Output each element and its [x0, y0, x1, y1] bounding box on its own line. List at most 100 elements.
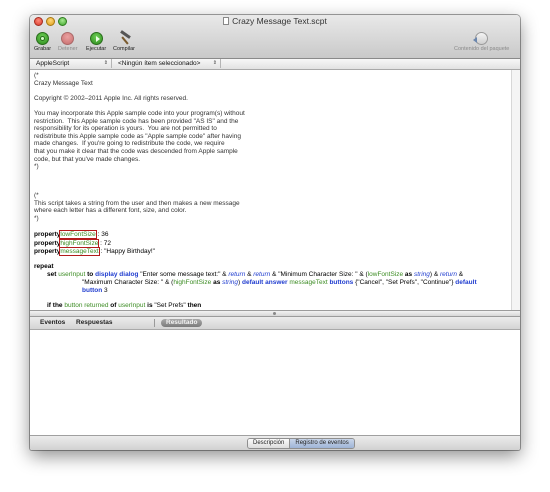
editor-scrollbar[interactable]	[511, 70, 520, 310]
literal: "Maximum Character Size: " & (	[82, 279, 174, 286]
variable: messageText	[289, 279, 328, 286]
property-name: highFontSize	[59, 238, 100, 248]
keyword: if	[47, 302, 51, 309]
compile-button[interactable]: Compilar	[113, 32, 135, 52]
literal: "Set Prefs"	[154, 302, 186, 309]
title-bar: Crazy Message Text.scpt	[30, 15, 520, 29]
keyword: set	[47, 271, 57, 278]
command: buttons	[329, 279, 354, 286]
compile-label: Compilar	[113, 46, 136, 52]
keyword: of	[110, 302, 117, 309]
divider-handle-icon	[273, 312, 276, 315]
constant: return	[440, 271, 457, 278]
literal: "Enter some message text:" &	[140, 271, 229, 278]
result-panel-tabs: Eventos Respuestas Resultado	[30, 317, 520, 330]
variable: lowFontSize	[367, 271, 404, 278]
repeat-line: repeat	[34, 263, 54, 271]
language-popup-label: AppleScript	[36, 60, 70, 67]
window-title: Crazy Message Text.scpt	[30, 16, 520, 26]
property-line: propertyhighFontSize : 72	[34, 238, 111, 248]
code-line: button 3	[82, 287, 108, 295]
literal: 3	[104, 287, 108, 294]
script-editor-window: Crazy Message Text.scpt Grabar Detener E…	[30, 15, 520, 450]
language-popup[interactable]: AppleScript ⇕	[30, 59, 112, 68]
tab-events[interactable]: Eventos	[40, 319, 65, 326]
comment-line: that you make it clear that the code was…	[34, 148, 238, 155]
bundle-icon	[473, 32, 489, 45]
navigation-bar: AppleScript ⇕ <Ningún ítem seleccionado>…	[30, 59, 520, 70]
hammer-icon	[118, 32, 131, 45]
code-line: "Maximum Character Size: " & (highFontSi…	[82, 279, 477, 287]
run-button[interactable]: Ejecutar	[86, 32, 106, 52]
constant: return	[228, 271, 246, 278]
literal: {"Cancel", "Set Prefs", "Continue"}	[353, 279, 456, 286]
property-name: lowFontSize	[59, 230, 97, 239]
comment-line: Crazy Message Text	[34, 79, 93, 87]
property-line: propertymessageText : "Happy Birthday!"	[34, 247, 155, 256]
stop-icon	[61, 32, 75, 45]
class-name: string	[222, 279, 239, 286]
variable: highFontSize	[173, 279, 212, 286]
comment-line: redistribute this Apple sample code as "…	[34, 132, 241, 140]
keyword: the	[52, 302, 63, 309]
stop-button[interactable]: Detener	[58, 32, 78, 52]
popup-arrows-icon: ⇕	[212, 60, 217, 66]
command: display dialog	[95, 271, 139, 278]
comment-line: You may incorporate this Apple sample co…	[34, 110, 245, 117]
keyword: as	[404, 271, 413, 278]
literal: &	[456, 271, 464, 278]
script-editor-text[interactable]: (* Crazy Message Text Copyright © 2002–201…	[30, 70, 511, 310]
comment-line: where each letter has a different font, …	[34, 207, 187, 215]
property-line: propertylowFontSize : 36	[34, 230, 109, 239]
comment-line: code, but that you've made changes.	[34, 155, 141, 163]
split-view-divider[interactable]	[30, 310, 520, 317]
command: default	[455, 279, 477, 286]
constant: return	[253, 271, 271, 278]
comment-line: (*	[34, 72, 39, 79]
element-popup-label: <Ningún ítem seleccionado>	[118, 60, 201, 67]
tab-result[interactable]: Resultado	[161, 319, 203, 327]
comment-line: *)	[34, 214, 39, 222]
class-name: string	[413, 271, 430, 278]
code-line: if the button returned of userInput is "…	[47, 302, 201, 310]
comment-line: This script takes a string from the user…	[34, 199, 240, 207]
stop-label: Detener	[58, 46, 78, 52]
keyword: then	[187, 302, 202, 309]
keyword: to	[87, 271, 94, 278]
record-label: Grabar	[34, 46, 52, 52]
property-value: 36	[101, 231, 109, 238]
comment-line: restriction. This Apple sample code has …	[34, 117, 239, 125]
run-label: Ejecutar	[86, 46, 107, 52]
keyword: property	[34, 239, 61, 247]
tab-separator	[154, 319, 155, 327]
comment-line: *)	[34, 163, 39, 171]
keyword: property	[34, 248, 61, 255]
code-line: set userInput to display dialog "Enter s…	[47, 271, 463, 279]
tab-replies[interactable]: Respuestas	[76, 319, 113, 326]
record-button[interactable]: Grabar	[34, 32, 51, 52]
command: default answer	[242, 279, 288, 286]
bottom-bar: Descripción Registro de eventos	[30, 435, 520, 450]
record-icon	[36, 32, 50, 45]
variable: userInput	[118, 302, 146, 309]
element-popup[interactable]: <Ningún ítem seleccionado> ⇕	[112, 59, 221, 68]
comment-line: Copyright © 2002–2011 Apple Inc. All rig…	[34, 94, 188, 102]
view-segmented-control: Descripción Registro de eventos	[247, 438, 355, 449]
description-button[interactable]: Descripción	[248, 439, 290, 448]
event-log-button[interactable]: Registro de eventos	[289, 439, 354, 448]
property-value: "Happy Birthday!"	[104, 248, 155, 255]
keyword: repeat	[34, 263, 54, 270]
popup-arrows-icon: ⇕	[103, 60, 108, 66]
keyword: as	[213, 279, 221, 286]
document-icon	[223, 17, 230, 25]
result-pane[interactable]	[30, 330, 520, 448]
variable: userInput	[58, 271, 86, 278]
keyword: property	[34, 231, 61, 238]
literal: ) &	[429, 271, 440, 278]
keyword: is	[147, 302, 153, 309]
command: button	[82, 287, 103, 294]
property-name: messageText	[59, 247, 100, 256]
bundle-contents-button[interactable]: Contenido del paquete	[454, 32, 509, 52]
property-name: button returned	[64, 302, 109, 309]
toolbar: Crazy Message Text.scpt Grabar Detener E…	[30, 15, 520, 59]
